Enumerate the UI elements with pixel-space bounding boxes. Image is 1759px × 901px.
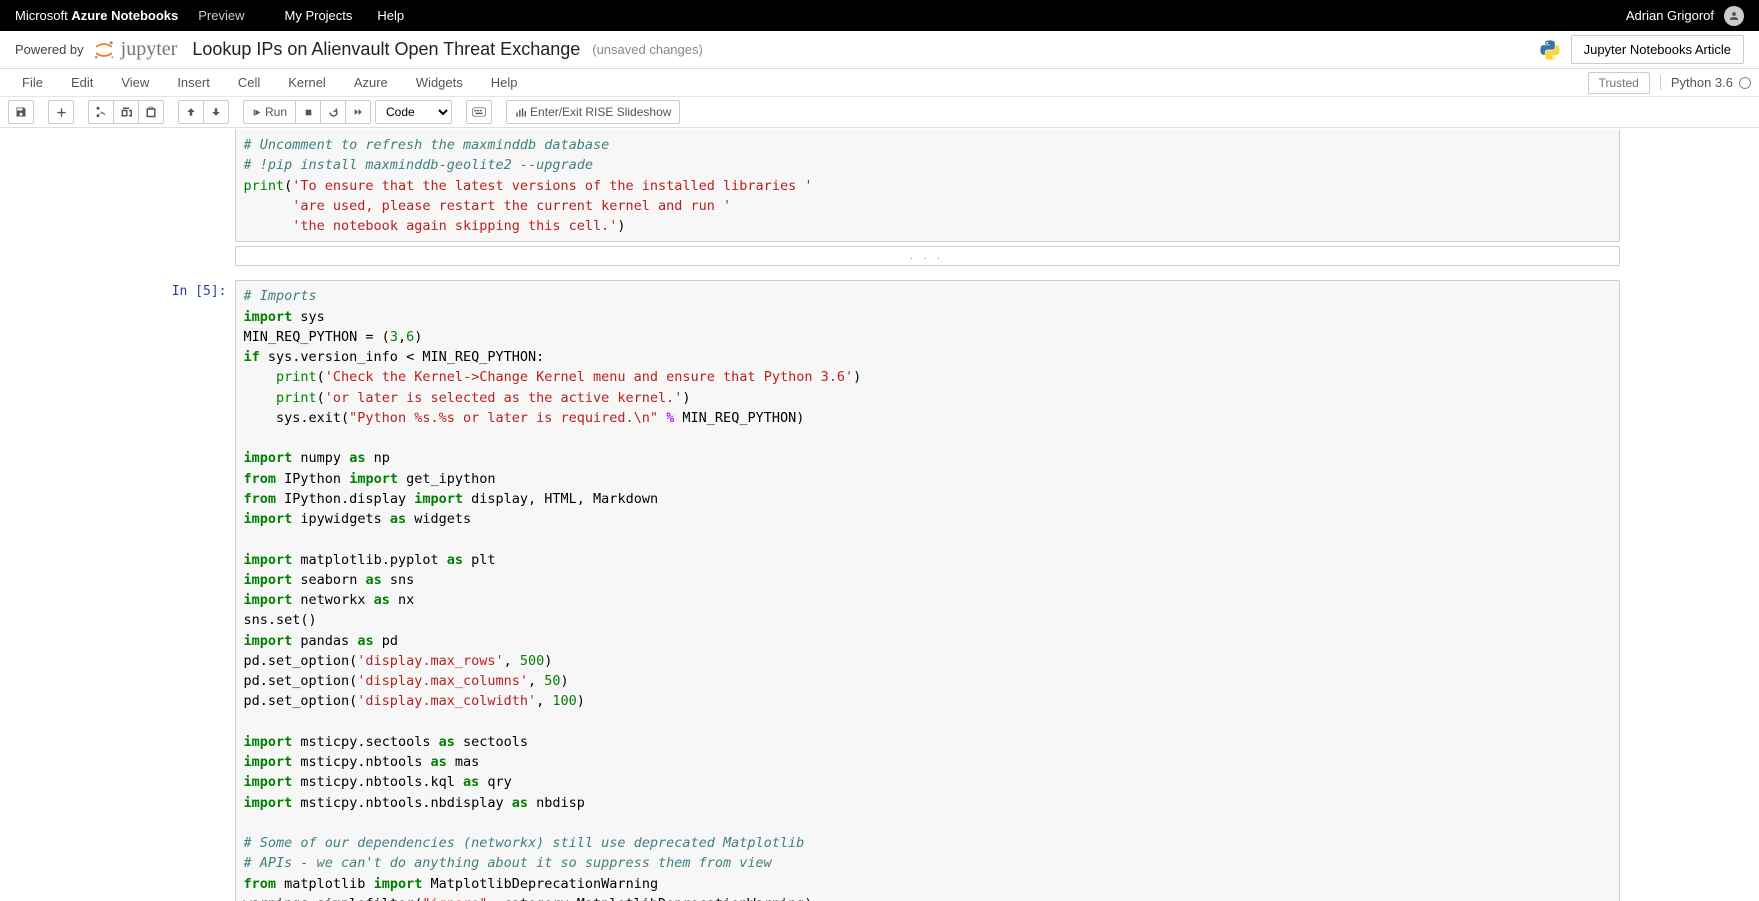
- cell-prompt: In [5]:: [140, 280, 235, 901]
- kernel-indicator[interactable]: Python 3.6: [1660, 75, 1751, 90]
- menu-edit[interactable]: Edit: [57, 71, 107, 94]
- menu-bar: File Edit View Insert Cell Kernel Azure …: [0, 69, 1759, 97]
- kernel-name: Python 3.6: [1671, 75, 1733, 90]
- code-cell-fragment[interactable]: # Uncomment to refresh the maxminddb dat…: [140, 130, 1620, 242]
- move-down-button[interactable]: [203, 100, 229, 124]
- azure-topbar: Microsoft Azure Notebooks Preview My Pro…: [0, 0, 1759, 31]
- rise-button[interactable]: Enter/Exit RISE Slideshow: [506, 100, 680, 124]
- python-icon: [1539, 39, 1561, 61]
- menu-insert[interactable]: Insert: [163, 71, 224, 94]
- stop-button[interactable]: [295, 100, 321, 124]
- cell-prompt: [140, 130, 235, 242]
- menu-help[interactable]: Help: [477, 71, 532, 94]
- kernel-status-icon: [1739, 77, 1751, 89]
- restart-run-all-button[interactable]: [345, 100, 371, 124]
- cell-type-select[interactable]: Code: [375, 100, 452, 124]
- nav-help[interactable]: Help: [377, 8, 404, 23]
- trusted-badge[interactable]: Trusted: [1588, 72, 1650, 94]
- menu-azure[interactable]: Azure: [340, 71, 402, 94]
- code-content: # Uncomment to refresh the maxminddb dat…: [244, 135, 1611, 236]
- notebook-area[interactable]: # Uncomment to refresh the maxminddb dat…: [0, 128, 1759, 901]
- article-button[interactable]: Jupyter Notebooks Article: [1571, 35, 1744, 64]
- menu-widgets[interactable]: Widgets: [402, 71, 477, 94]
- cell-input[interactable]: # Uncomment to refresh the maxminddb dat…: [235, 130, 1620, 242]
- save-button[interactable]: [8, 100, 34, 124]
- save-status: (unsaved changes): [592, 42, 703, 57]
- paste-button[interactable]: [138, 100, 164, 124]
- copy-button[interactable]: [113, 100, 139, 124]
- menu-cell[interactable]: Cell: [224, 71, 274, 94]
- notebook-header: Powered by jupyter Lookup IPs on Alienva…: [0, 31, 1759, 69]
- powered-by-label: Powered by: [15, 42, 84, 57]
- code-cell-5[interactable]: In [5]: # Imports import sys MIN_REQ_PYT…: [140, 280, 1620, 901]
- menu-kernel[interactable]: Kernel: [274, 71, 340, 94]
- move-up-button[interactable]: [178, 100, 204, 124]
- jupyter-text: jupyter: [121, 38, 178, 61]
- cell-input[interactable]: # Imports import sys MIN_REQ_PYTHON = (3…: [235, 280, 1620, 901]
- output-collapse-toggle[interactable]: . . .: [235, 246, 1620, 266]
- brand: Microsoft Azure Notebooks: [15, 8, 178, 23]
- menu-file[interactable]: File: [8, 71, 57, 94]
- jupyter-logo[interactable]: jupyter: [92, 38, 178, 62]
- edit-group: [88, 100, 164, 124]
- restart-button[interactable]: [320, 100, 346, 124]
- notebook-title[interactable]: Lookup IPs on Alienvault Open Threat Exc…: [192, 39, 580, 60]
- menu-view[interactable]: View: [107, 71, 163, 94]
- command-palette-button[interactable]: [466, 100, 492, 124]
- cut-button[interactable]: [88, 100, 114, 124]
- code-content: # Imports import sys MIN_REQ_PYTHON = (3…: [244, 286, 1611, 901]
- preview-label: Preview: [198, 8, 244, 23]
- run-group: Run: [243, 100, 371, 124]
- username[interactable]: Adrian Grigorof: [1626, 8, 1714, 23]
- toolbar: Run Code Enter/Exit RISE Slideshow: [0, 97, 1759, 128]
- user-avatar-icon[interactable]: [1724, 6, 1744, 26]
- nav-my-projects[interactable]: My Projects: [285, 8, 353, 23]
- run-button[interactable]: Run: [243, 100, 296, 124]
- move-group: [178, 100, 229, 124]
- add-cell-button[interactable]: [48, 100, 74, 124]
